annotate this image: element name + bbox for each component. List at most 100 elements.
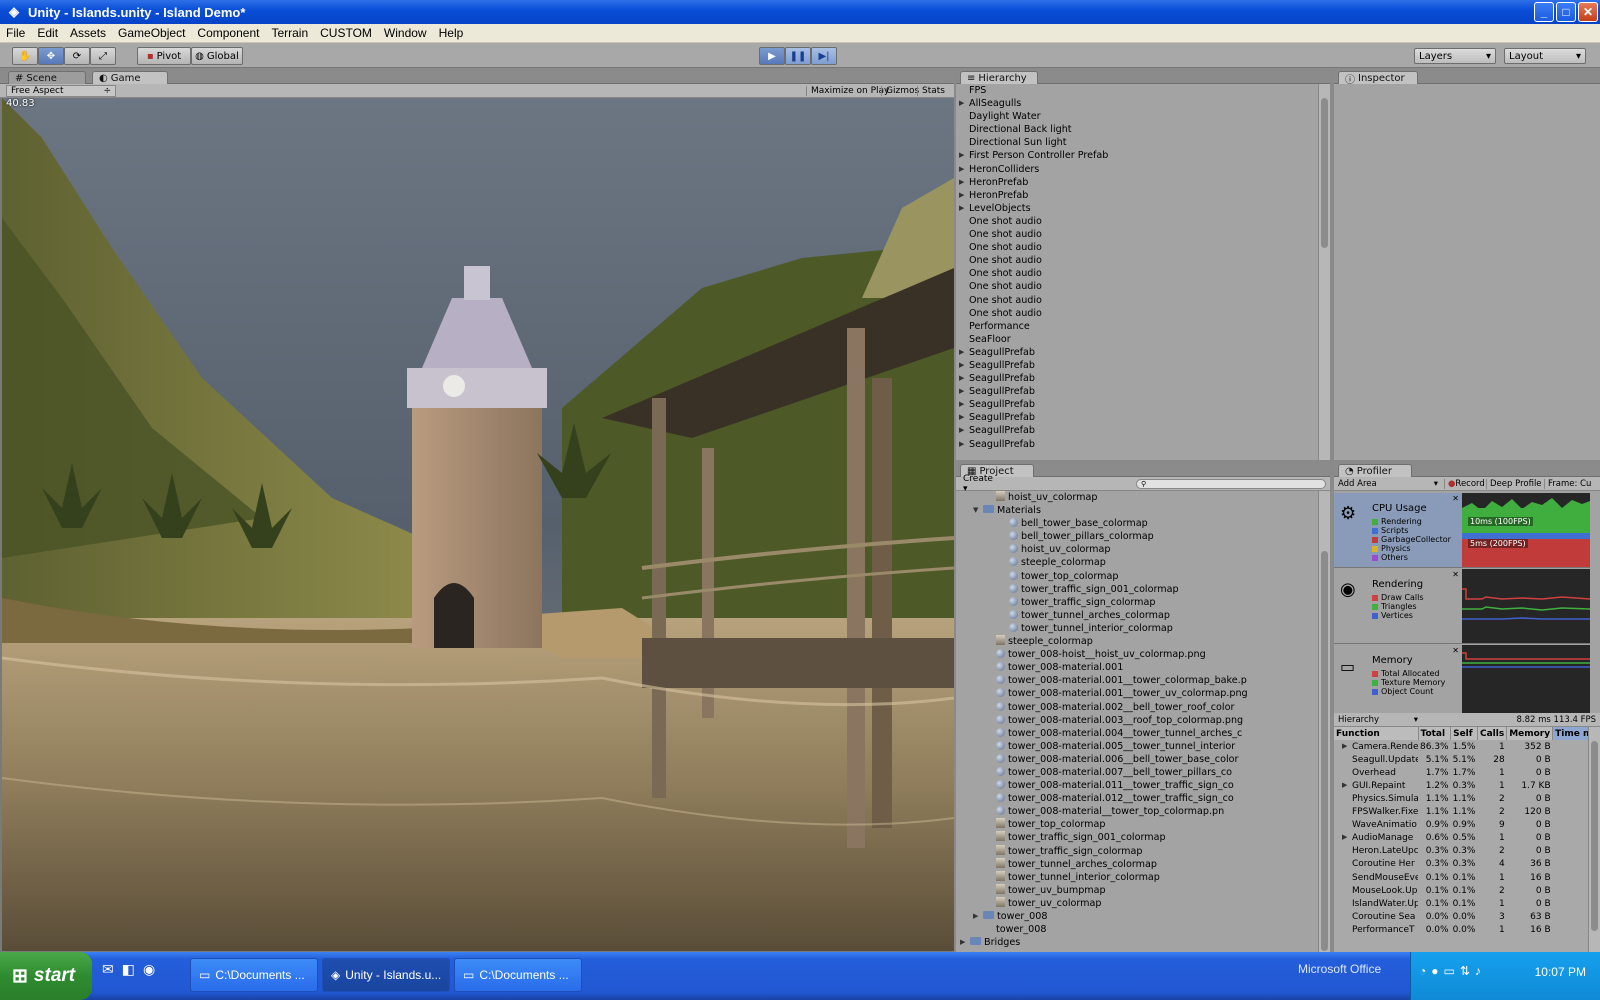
- tab-profiler[interactable]: ◔ Profiler: [1338, 464, 1412, 477]
- hierarchy-item[interactable]: ▶ SeagullPrefab: [959, 411, 1316, 424]
- play-button[interactable]: ▶: [759, 47, 785, 65]
- hierarchy-item[interactable]: Directional Sun light: [969, 136, 1316, 149]
- view-dropdown[interactable]: Hierarchy ▾: [1338, 715, 1418, 725]
- move-tool-button[interactable]: ✥: [38, 47, 64, 65]
- project-item[interactable]: tower_008-material.005__tower_tunnel_int…: [960, 740, 1316, 753]
- maximize-button[interactable]: □: [1556, 2, 1576, 22]
- pivot-toggle[interactable]: ▪ Pivot: [137, 47, 191, 65]
- project-item[interactable]: tower_008-material.007__bell_tower_pilla…: [960, 766, 1316, 779]
- hierarchy-item[interactable]: One shot audio: [969, 215, 1316, 228]
- project-item[interactable]: bell_tower_base_colormap: [960, 517, 1316, 530]
- project-item[interactable]: tower_008-material.001: [960, 661, 1316, 674]
- table-row[interactable]: Heron.LateUpc 0.3% 0.3% 2 0 B: [1334, 845, 1588, 858]
- hierarchy-item[interactable]: ▶ SeagullPrefab: [959, 438, 1316, 451]
- cpu-usage-area[interactable]: ⚙ ✕ CPU Usage Rendering Scripts GarbageC…: [1334, 493, 1462, 568]
- expand-arrow-icon[interactable]: ▶: [959, 346, 964, 359]
- project-item[interactable]: tower_tunnel_arches_colormap: [960, 857, 1316, 871]
- stats-toggle[interactable]: Stats: [917, 85, 949, 96]
- scroll-thumb[interactable]: [1591, 741, 1598, 931]
- hierarchy-item[interactable]: ▶ SeagullPrefab: [959, 372, 1316, 385]
- project-item[interactable]: tower_tunnel_interior_colormap: [960, 870, 1316, 884]
- taskbar-item[interactable]: ▭ C:\Documents ...: [454, 958, 582, 992]
- hierarchy-item[interactable]: One shot audio: [969, 267, 1316, 280]
- expand-arrow-icon[interactable]: ▶: [959, 424, 964, 437]
- column-time[interactable]: Time m: [1552, 727, 1588, 741]
- hand-tool-button[interactable]: ✋: [12, 47, 38, 65]
- quick-launch-icon[interactable]: ✉: [102, 962, 114, 978]
- expand-arrow-icon[interactable]: ▶: [1342, 833, 1347, 841]
- expand-arrow-icon[interactable]: ▶: [1342, 781, 1347, 789]
- expand-arrow-icon[interactable]: ▶: [959, 97, 964, 110]
- close-icon[interactable]: ✕: [1452, 646, 1459, 655]
- hierarchy-item[interactable]: One shot audio: [969, 254, 1316, 267]
- project-item[interactable]: tower_tunnel_interior_colormap: [960, 622, 1316, 635]
- expand-arrow-icon[interactable]: ▶: [959, 189, 964, 202]
- column-calls[interactable]: Calls: [1477, 727, 1508, 741]
- hierarchy-item[interactable]: ▶ LevelObjects: [959, 202, 1316, 215]
- column-total[interactable]: Total: [1418, 727, 1452, 741]
- column-function[interactable]: Function: [1334, 727, 1419, 741]
- menu-edit[interactable]: Edit: [31, 26, 64, 40]
- hierarchy-item[interactable]: ▶ HeronPrefab: [959, 189, 1316, 202]
- volume-icon[interactable]: ♪: [1475, 964, 1481, 978]
- tab-scene[interactable]: # Scene: [8, 71, 86, 84]
- table-row[interactable]: ▶ GUI.Repaint 1.2% 0.3% 1 1.7 KB: [1334, 779, 1588, 792]
- hierarchy-item[interactable]: ▶ SeagullPrefab: [959, 424, 1316, 437]
- table-row[interactable]: Coroutine Sea 0.0% 0.0% 3 63 B: [1334, 910, 1588, 923]
- expand-arrow-icon[interactable]: ▶: [959, 372, 964, 385]
- scroll-thumb[interactable]: [1321, 98, 1328, 248]
- hierarchy-item[interactable]: SeaFloor: [969, 333, 1316, 346]
- rotate-tool-button[interactable]: ⟳: [64, 47, 90, 65]
- project-item[interactable]: tower_008-material.011__tower_traffic_si…: [960, 779, 1316, 792]
- hierarchy-item[interactable]: One shot audio: [969, 294, 1316, 307]
- hierarchy-item[interactable]: ▶ HeronPrefab: [959, 176, 1316, 189]
- office-toolbar-label[interactable]: Microsoft Office: [1298, 962, 1381, 976]
- record-toggle[interactable]: ●Record: [1444, 478, 1488, 489]
- project-item[interactable]: ▼ Materials: [960, 504, 1316, 517]
- table-row[interactable]: Physics.Simula 1.1% 1.1% 2 0 B: [1334, 792, 1588, 805]
- project-item[interactable]: hoist_uv_colormap: [960, 543, 1316, 556]
- project-item[interactable]: tower_008-material.012__tower_traffic_si…: [960, 792, 1316, 805]
- taskbar-item[interactable]: ◈ Unity - Islands.u...: [322, 958, 450, 992]
- quick-launch-icon[interactable]: ◧: [122, 962, 135, 978]
- rendering-area[interactable]: ◉ ✕ Rendering Draw Calls Triangles Verti…: [1334, 569, 1462, 644]
- project-item[interactable]: tower_008-material.002__bell_tower_roof_…: [960, 701, 1316, 714]
- hierarchy-item[interactable]: One shot audio: [969, 280, 1316, 293]
- menu-gameobject[interactable]: GameObject: [112, 26, 191, 40]
- expand-arrow-icon[interactable]: ▼: [973, 504, 978, 517]
- project-item[interactable]: tower_traffic_sign_colormap: [960, 596, 1316, 609]
- expand-arrow-icon[interactable]: ▶: [959, 411, 964, 424]
- hierarchy-item[interactable]: ▶ HeronColliders: [959, 163, 1316, 176]
- close-icon[interactable]: ✕: [1452, 494, 1459, 503]
- menu-assets[interactable]: Assets: [64, 26, 112, 40]
- close-button[interactable]: ✕: [1578, 2, 1598, 22]
- tab-inspector[interactable]: ⓘ Inspector: [1338, 71, 1418, 86]
- project-item[interactable]: tower_traffic_sign_001_colormap: [960, 583, 1316, 596]
- menu-file[interactable]: File: [0, 26, 31, 40]
- project-item[interactable]: tower_top_colormap: [960, 818, 1316, 831]
- hierarchy-item[interactable]: Daylight Water: [969, 110, 1316, 123]
- hierarchy-item[interactable]: One shot audio: [969, 307, 1316, 320]
- project-item[interactable]: tower_tunnel_arches_colormap: [960, 609, 1316, 622]
- menu-component[interactable]: Component: [191, 26, 265, 40]
- network-icon[interactable]: ⇅: [1460, 964, 1470, 978]
- column-memory[interactable]: Memory: [1506, 727, 1554, 741]
- expand-arrow-icon[interactable]: ▶: [959, 149, 964, 162]
- close-icon[interactable]: ✕: [1452, 570, 1459, 579]
- table-row[interactable]: IslandWater.Up 0.1% 0.1% 1 0 B: [1334, 897, 1588, 910]
- tray-icon[interactable]: ▭: [1444, 964, 1455, 978]
- tray-icon[interactable]: ◔: [1419, 964, 1426, 978]
- table-row[interactable]: SendMouseEve 0.1% 0.1% 1 16 B: [1334, 871, 1588, 884]
- tray-icon[interactable]: ●: [1431, 964, 1438, 978]
- table-row[interactable]: Coroutine Her 0.3% 0.3% 4 36 B: [1334, 858, 1588, 871]
- taskbar-item[interactable]: ▭ C:\Documents ...: [190, 958, 318, 992]
- add-area-dropdown[interactable]: Add Area ▾: [1338, 479, 1438, 489]
- project-item[interactable]: tower_008-material.004__tower_tunnel_arc…: [960, 727, 1316, 740]
- project-item[interactable]: tower_008-hoist__hoist_uv_colormap.png: [960, 648, 1316, 661]
- hierarchy-item[interactable]: FPS: [969, 84, 1316, 97]
- pause-button[interactable]: ❚❚: [785, 47, 811, 65]
- project-item[interactable]: tower_traffic_sign_colormap: [960, 844, 1316, 858]
- project-item[interactable]: bell_tower_pillars_colormap: [960, 530, 1316, 543]
- expand-arrow-icon[interactable]: ▶: [959, 385, 964, 398]
- project-scrollbar[interactable]: [1318, 491, 1330, 952]
